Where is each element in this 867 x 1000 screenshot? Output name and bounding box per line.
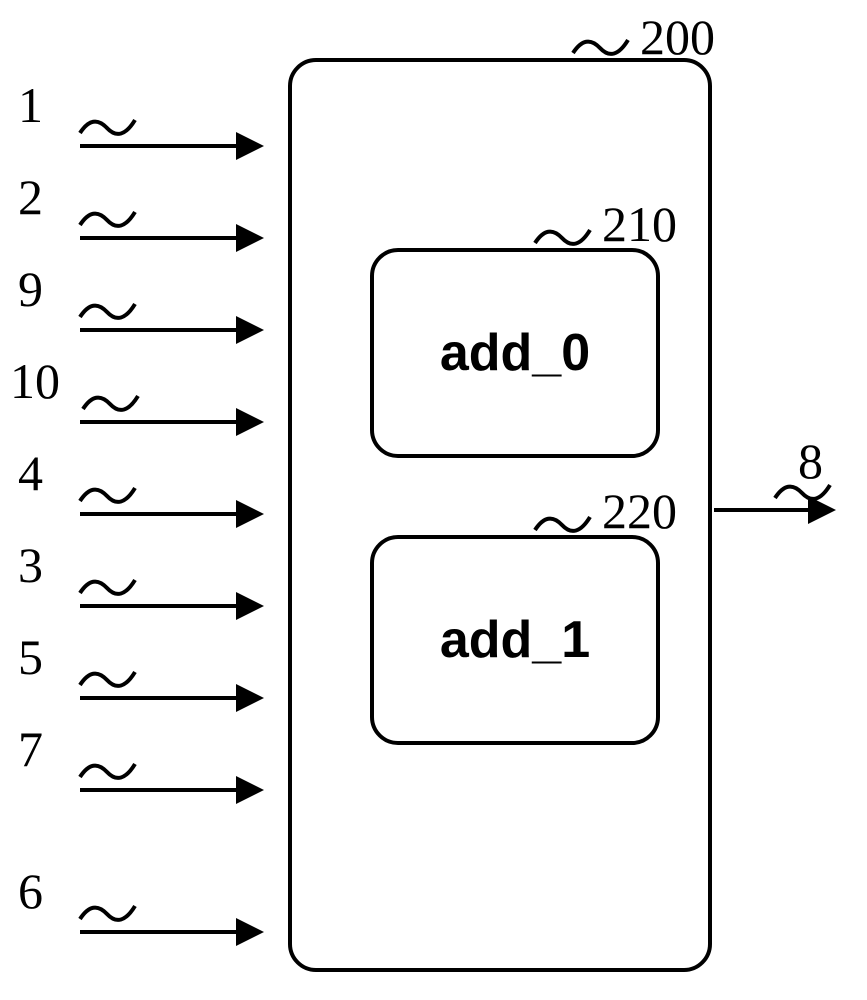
label-in1: 1 <box>18 76 43 134</box>
input-arrow-8 <box>80 788 260 792</box>
input-arrow-6 <box>80 604 260 608</box>
block-add-0: add_0 <box>370 248 660 458</box>
squiggle-icon <box>75 894 145 929</box>
block-add-1-text: add_1 <box>440 610 590 670</box>
block-add-1: add_1 <box>370 535 660 745</box>
input-arrow-2 <box>80 236 260 240</box>
squiggle-icon <box>75 752 145 787</box>
squiggle-icon <box>568 28 638 63</box>
squiggle-icon <box>530 218 600 253</box>
output-arrow <box>714 508 832 512</box>
squiggle-icon <box>75 660 145 695</box>
input-arrow-9 <box>80 930 260 934</box>
squiggle-icon <box>75 108 145 143</box>
input-arrow-3 <box>80 328 260 332</box>
squiggle-icon <box>75 292 145 327</box>
squiggle-icon <box>75 200 145 235</box>
input-arrow-1 <box>80 144 260 148</box>
label-in5: 4 <box>18 444 43 502</box>
label-in4: 10 <box>10 352 60 410</box>
input-arrow-7 <box>80 696 260 700</box>
squiggle-icon <box>75 476 145 511</box>
label-block0: 210 <box>602 195 677 253</box>
label-in9: 6 <box>18 862 43 920</box>
label-in8: 7 <box>18 720 43 778</box>
block-add-0-text: add_0 <box>440 323 590 383</box>
squiggle-icon <box>530 505 600 540</box>
label-in3: 9 <box>18 260 43 318</box>
squiggle-icon <box>78 384 148 419</box>
label-main: 200 <box>640 8 715 66</box>
input-arrow-4 <box>80 420 260 424</box>
label-in6: 3 <box>18 536 43 594</box>
label-in7: 5 <box>18 628 43 686</box>
label-in2: 2 <box>18 168 43 226</box>
label-out: 8 <box>798 432 823 490</box>
squiggle-icon <box>75 568 145 603</box>
input-arrow-5 <box>80 512 260 516</box>
label-block1: 220 <box>602 482 677 540</box>
